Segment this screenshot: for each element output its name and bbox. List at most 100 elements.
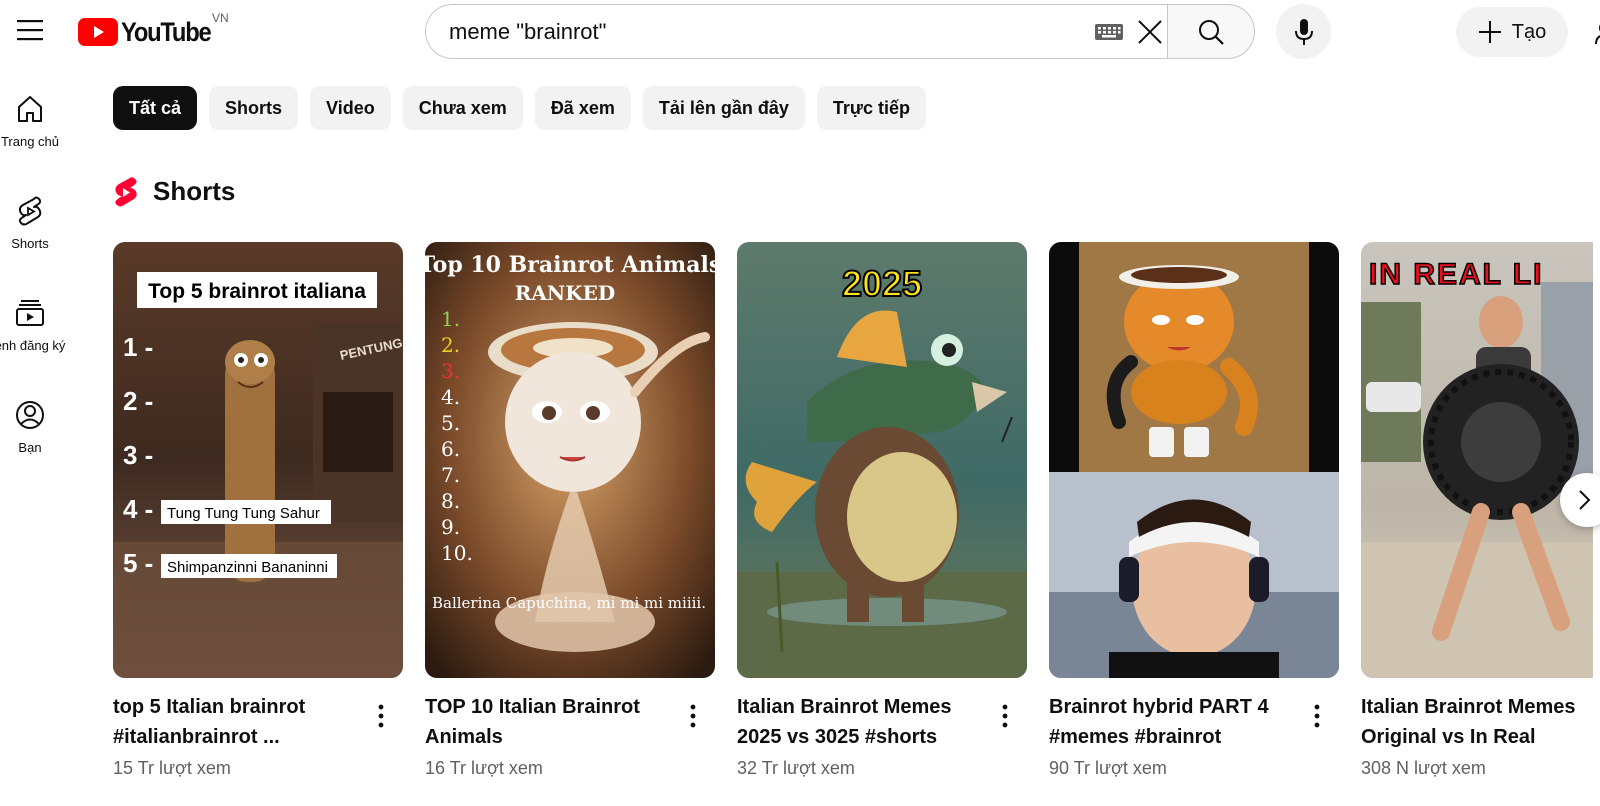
short-thumbnail[interactable] — [1049, 242, 1339, 678]
short-thumbnail[interactable]: 2025 — [737, 242, 1027, 678]
account-avatar-icon[interactable] — [1594, 20, 1600, 44]
logo-text: YouTube — [121, 16, 212, 47]
youtube-logo-icon — [78, 18, 118, 46]
sidebar-item-shorts[interactable]: Shorts — [0, 180, 60, 270]
thumbnail-image: IN REAL LI — [1361, 242, 1593, 678]
subscriptions-icon — [16, 300, 44, 326]
overlay-heading: Top 5 brainrot italiana — [148, 280, 366, 303]
overlay-caption: Ballerina Capuchina, mi mi mi miiii. — [432, 594, 706, 612]
overlay-num: 4 - — [123, 494, 153, 524]
short-title[interactable]: Italian Brainrot Memes Original vs In Re… — [1361, 692, 1593, 752]
overlay-num: 2. — [441, 333, 460, 357]
overlay-num: 5. — [441, 411, 460, 435]
short-views: 308 N lượt xem — [1361, 758, 1486, 778]
shorts-icon — [18, 196, 42, 226]
short-card: Brainrot hybrid PART 4 #memes #brainrot … — [1049, 242, 1339, 778]
overlay-num: 1 - — [123, 332, 153, 362]
sidebar-item-label: Bạn — [18, 440, 42, 455]
more-actions-button[interactable] — [363, 698, 399, 734]
overlay-year: 2025 — [842, 263, 922, 304]
overlay-heading: IN REAL LI — [1369, 258, 1543, 291]
overlay-heading: Top 10 Brainrot Animals — [425, 252, 715, 278]
overlay-num: 8. — [441, 489, 460, 513]
mic-icon — [1294, 18, 1313, 45]
short-thumbnail[interactable]: IN REAL LI — [1361, 242, 1593, 678]
chevron-right-icon — [1579, 490, 1591, 510]
create-label: Tạo — [1511, 20, 1547, 43]
more-actions-button[interactable] — [1299, 698, 1335, 734]
youtube-logo[interactable]: YouTube — [78, 14, 223, 50]
sidebar-item-label: Shorts — [11, 236, 49, 251]
search-icon — [1199, 19, 1224, 45]
short-views: 15 Tr lượt xem — [113, 758, 231, 778]
chip-live[interactable]: Trực tiếp — [816, 86, 926, 130]
close-icon — [1138, 20, 1162, 44]
chip-video[interactable]: Video — [310, 86, 391, 130]
filter-chips: Tất cả Shorts Video Chưa xem Đã xem Tải … — [113, 86, 926, 130]
chip-unwatched[interactable]: Chưa xem — [402, 86, 523, 130]
overlay-heading: RANKED — [515, 281, 615, 305]
short-views: 16 Tr lượt xem — [425, 758, 543, 778]
more-actions-button[interactable] — [987, 698, 1023, 734]
sidebar-item-home[interactable]: Trang chủ — [0, 78, 60, 168]
create-button[interactable]: Tạo — [1456, 7, 1568, 57]
more-vert-icon — [378, 704, 384, 728]
overlay-num: 6. — [441, 437, 460, 461]
short-views: 32 Tr lượt xem — [737, 758, 855, 778]
thumbnail-image: Top 5 brainrot italiana PENTUNG POS RON … — [113, 242, 403, 678]
sidebar-item-label: Trang chủ — [0, 134, 60, 149]
chip-watched[interactable]: Đã xem — [534, 86, 631, 130]
overlay-num: 9. — [441, 515, 460, 539]
short-title[interactable]: top 5 Italian brainrot #italianbrainrot … — [113, 692, 358, 752]
overlay-num: 3. — [441, 359, 460, 383]
thumbnail-image — [1049, 242, 1339, 678]
overlay-item: Tung Tung Tung Sahur — [167, 505, 320, 522]
overlay-num: 5 - — [123, 548, 153, 578]
short-title[interactable]: Italian Brainrot Memes 2025 vs 3025 #sho… — [737, 692, 982, 752]
plus-icon — [1478, 21, 1501, 43]
chip-shorts[interactable]: Shorts — [209, 86, 299, 130]
overlay-num: 1. — [441, 307, 460, 331]
more-vert-icon — [1314, 704, 1320, 728]
thumbnail-image: Top 10 Brainrot Animals RANKED 1. 2. 3. … — [425, 242, 715, 678]
short-title[interactable]: TOP 10 Italian Brainrot Animals — [425, 692, 670, 752]
short-card: Top 10 Brainrot Animals RANKED 1. 2. 3. … — [425, 242, 715, 778]
masthead: YouTube VN meme "brainrot" Tạo — [0, 0, 1600, 64]
search-button[interactable] — [1167, 4, 1255, 59]
shorts-shelf-header: Shorts — [113, 176, 235, 207]
voice-search-button[interactable] — [1276, 4, 1331, 59]
more-actions-button[interactable] — [675, 698, 711, 734]
short-views: 90 Tr lượt xem — [1049, 758, 1167, 778]
overlay-num: 7. — [441, 463, 460, 487]
region-code: VN — [212, 11, 229, 25]
more-vert-icon — [690, 704, 696, 728]
overlay-num: 4. — [441, 385, 460, 409]
chip-recently-uploaded[interactable]: Tải lên gần đây — [642, 86, 805, 130]
menu-button[interactable] — [10, 10, 50, 50]
short-title[interactable]: Brainrot hybrid PART 4 #memes #brainrot — [1049, 692, 1294, 752]
chip-all[interactable]: Tất cả — [113, 86, 198, 130]
short-thumbnail[interactable]: Top 10 Brainrot Animals RANKED 1. 2. 3. … — [425, 242, 715, 678]
short-thumbnail[interactable]: Top 5 brainrot italiana PENTUNG POS RON … — [113, 242, 403, 678]
sidebar-item-subscriptions[interactable]: ênh đăng ký — [0, 282, 65, 372]
overlay-item: Shimpanzinni Bananinni — [167, 559, 328, 576]
thumbnail-image: 2025 — [737, 242, 1027, 678]
shorts-logo-icon — [115, 176, 137, 206]
sidebar-item-label: ênh đăng ký — [0, 338, 66, 353]
sidebar-item-you[interactable]: Bạn — [0, 384, 60, 474]
menu-icon — [17, 20, 43, 41]
short-card: Top 5 brainrot italiana PENTUNG POS RON … — [113, 242, 403, 778]
overlay-num: 10. — [441, 541, 473, 565]
short-card: IN REAL LI Italian Brainrot Memes Origin… — [1361, 242, 1593, 778]
short-card: 2025 Italian Brainrot Memes 2025 vs 3025… — [737, 242, 1027, 778]
account-icon — [16, 401, 44, 429]
clear-search-button[interactable] — [1131, 13, 1169, 51]
search-input[interactable] — [449, 18, 1049, 45]
overlay-num: 2 - — [123, 386, 153, 416]
overlay-num: 3 - — [123, 440, 153, 470]
keyboard-icon[interactable] — [1094, 22, 1124, 42]
search-box — [425, 4, 1168, 59]
section-title: Shorts — [153, 176, 236, 206]
shorts-shelf: Top 5 brainrot italiana PENTUNG POS RON … — [113, 242, 1593, 806]
home-icon — [18, 96, 42, 122]
